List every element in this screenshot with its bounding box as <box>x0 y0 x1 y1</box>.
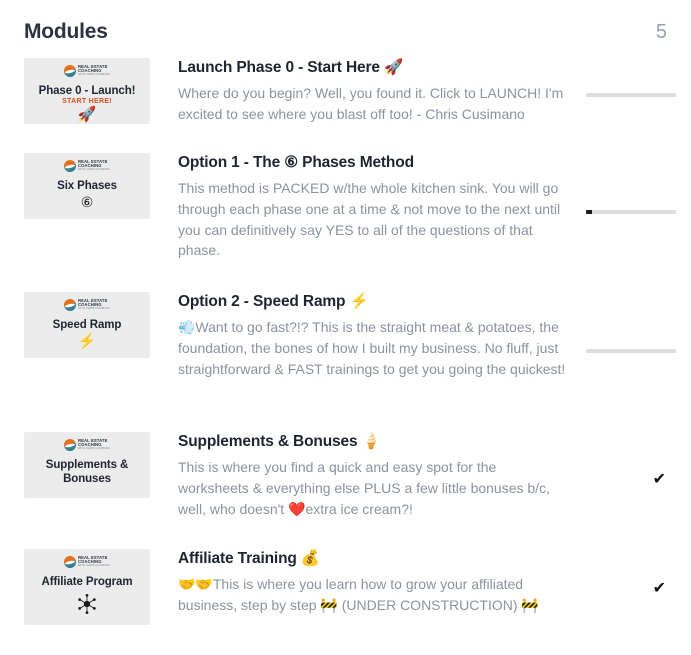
module-title-text: Supplements & Bonuses <box>178 433 358 450</box>
module-title: Supplements & Bonuses 🍦 <box>178 432 570 451</box>
thumbnail-title: Speed Ramp <box>52 319 122 331</box>
brand-logo: REAL ESTATE COACHING WITH CHRIS CUSIMANO <box>63 555 110 568</box>
progress-bar <box>586 210 676 214</box>
module-row[interactable]: REAL ESTATE COACHING WITH CHRIS CUSIMANO… <box>0 432 691 527</box>
brand-emblem-icon <box>63 555 76 568</box>
modules-page: Modules 5 REAL ESTATE COACHING WITH CHRI… <box>0 0 691 655</box>
module-title-text: Option 1 - The ⑥ Phases Method <box>178 154 414 171</box>
module-status <box>578 153 678 271</box>
rocket-icon: 🚀 <box>77 106 97 124</box>
high-voltage-icon: ⚡ <box>349 293 369 310</box>
progress-bar <box>586 93 676 97</box>
thumbnail-title: Supplements & Bonuses <box>45 459 129 486</box>
thumbnail-title: Affiliate Program <box>41 576 133 588</box>
module-count: 5 <box>655 20 667 43</box>
module-thumbnail[interactable]: REAL ESTATE COACHING WITH CHRIS CUSIMANO… <box>24 549 150 625</box>
brand-wordmark: REAL ESTATE COACHING WITH CHRIS CUSIMANO <box>77 64 110 77</box>
module-title: Option 1 - The ⑥ Phases Method <box>178 153 570 172</box>
module-description: This method is PACKED w/the whole kitche… <box>178 180 561 259</box>
brand-line-3: WITH CHRIS CUSIMANO <box>77 563 110 567</box>
module-thumbnail[interactable]: REAL ESTATE COACHING WITH CHRIS CUSIMANO… <box>24 58 150 124</box>
module-row[interactable]: REAL ESTATE COACHING WITH CHRIS CUSIMANO… <box>0 58 691 132</box>
module-status <box>578 58 678 132</box>
brand-wordmark: REAL ESTATE COACHING WITH CHRIS CUSIMANO <box>77 555 110 568</box>
brand-emblem-icon <box>63 64 76 77</box>
module-text-column: Launch Phase 0 - Start Here 🚀 Where do y… <box>150 58 578 125</box>
brand-logo: REAL ESTATE COACHING WITH CHRIS CUSIMANO <box>63 438 110 451</box>
module-text-column: Affiliate Training 💰 🤝🤝This is where you… <box>150 549 578 616</box>
brand-wordmark: REAL ESTATE COACHING WITH CHRIS CUSIMANO <box>77 298 110 311</box>
module-title-text: Affiliate Training <box>178 550 297 567</box>
module-row[interactable]: REAL ESTATE COACHING WITH CHRIS CUSIMANO… <box>0 549 691 629</box>
module-thumbnail[interactable]: REAL ESTATE COACHING WITH CHRIS CUSIMANO… <box>24 153 150 219</box>
thumbnail-title: Phase 0 - Launch! <box>38 85 136 97</box>
brand-logo: REAL ESTATE COACHING WITH CHRIS CUSIMANO <box>63 159 110 172</box>
completed-check-icon: ✔ <box>652 580 666 597</box>
module-status <box>578 292 678 410</box>
page-title: Modules <box>24 20 108 43</box>
completed-check-icon: ✔ <box>652 470 666 488</box>
module-status: ✔ <box>578 432 678 527</box>
brand-line-3: WITH CHRIS CUSIMANO <box>77 167 110 171</box>
brand-emblem-icon <box>63 159 76 172</box>
module-text-column: Option 2 - Speed Ramp ⚡ 💨Want to go fast… <box>150 292 578 379</box>
module-row[interactable]: REAL ESTATE COACHING WITH CHRIS CUSIMANO… <box>0 153 691 271</box>
module-description: This is where you find a quick and easy … <box>178 459 550 517</box>
lightning-bolt-icon: ⚡ <box>77 333 97 351</box>
module-thumbnail[interactable]: REAL ESTATE COACHING WITH CHRIS CUSIMANO… <box>24 292 150 358</box>
brand-line-3: WITH CHRIS CUSIMANO <box>77 306 110 310</box>
module-row[interactable]: REAL ESTATE COACHING WITH CHRIS CUSIMANO… <box>0 292 691 410</box>
module-text-column: Supplements & Bonuses 🍦 This is where yo… <box>150 432 578 519</box>
module-description: 💨Want to go fast?!? This is the straight… <box>178 319 566 377</box>
brand-wordmark: REAL ESTATE COACHING WITH CHRIS CUSIMANO <box>77 438 110 451</box>
modules-header: Modules 5 <box>0 0 691 50</box>
brand-wordmark: REAL ESTATE COACHING WITH CHRIS CUSIMANO <box>77 159 110 172</box>
module-status: ✔ <box>578 549 678 629</box>
circled-six-icon: ⑥ <box>80 194 94 211</box>
brand-line-3: WITH CHRIS CUSIMANO <box>77 72 110 76</box>
brand-logo: REAL ESTATE COACHING WITH CHRIS CUSIMANO <box>63 64 110 77</box>
brand-line-3: WITH CHRIS CUSIMANO <box>77 446 110 450</box>
progress-bar <box>586 349 676 353</box>
module-text-column: Option 1 - The ⑥ Phases Method This meth… <box>150 153 578 261</box>
thumbnail-subtitle: START HERE! <box>62 98 112 106</box>
thumbnail-title: Six Phases <box>57 180 117 192</box>
module-title: Launch Phase 0 - Start Here 🚀 <box>178 58 570 77</box>
network-hub-icon <box>76 593 98 620</box>
brand-emblem-icon <box>63 438 76 451</box>
module-title: Affiliate Training 💰 <box>178 549 570 568</box>
module-description: Where do you begin? Well, you found it. … <box>178 85 564 122</box>
brand-logo: REAL ESTATE COACHING WITH CHRIS CUSIMANO <box>63 298 110 311</box>
rocket-icon: 🚀 <box>384 59 404 76</box>
module-title-text: Launch Phase 0 - Start Here <box>178 59 380 76</box>
soft-ice-cream-icon: 🍦 <box>361 433 381 450</box>
module-description: 🤝🤝This is where you learn how to grow yo… <box>178 576 539 613</box>
module-thumbnail[interactable]: REAL ESTATE COACHING WITH CHRIS CUSIMANO… <box>24 432 150 498</box>
module-title-text: Option 2 - Speed Ramp <box>178 293 346 310</box>
module-title: Option 2 - Speed Ramp ⚡ <box>178 292 570 311</box>
brand-emblem-icon <box>63 298 76 311</box>
module-list: REAL ESTATE COACHING WITH CHRIS CUSIMANO… <box>0 58 691 629</box>
money-bag-icon: 💰 <box>300 550 321 567</box>
